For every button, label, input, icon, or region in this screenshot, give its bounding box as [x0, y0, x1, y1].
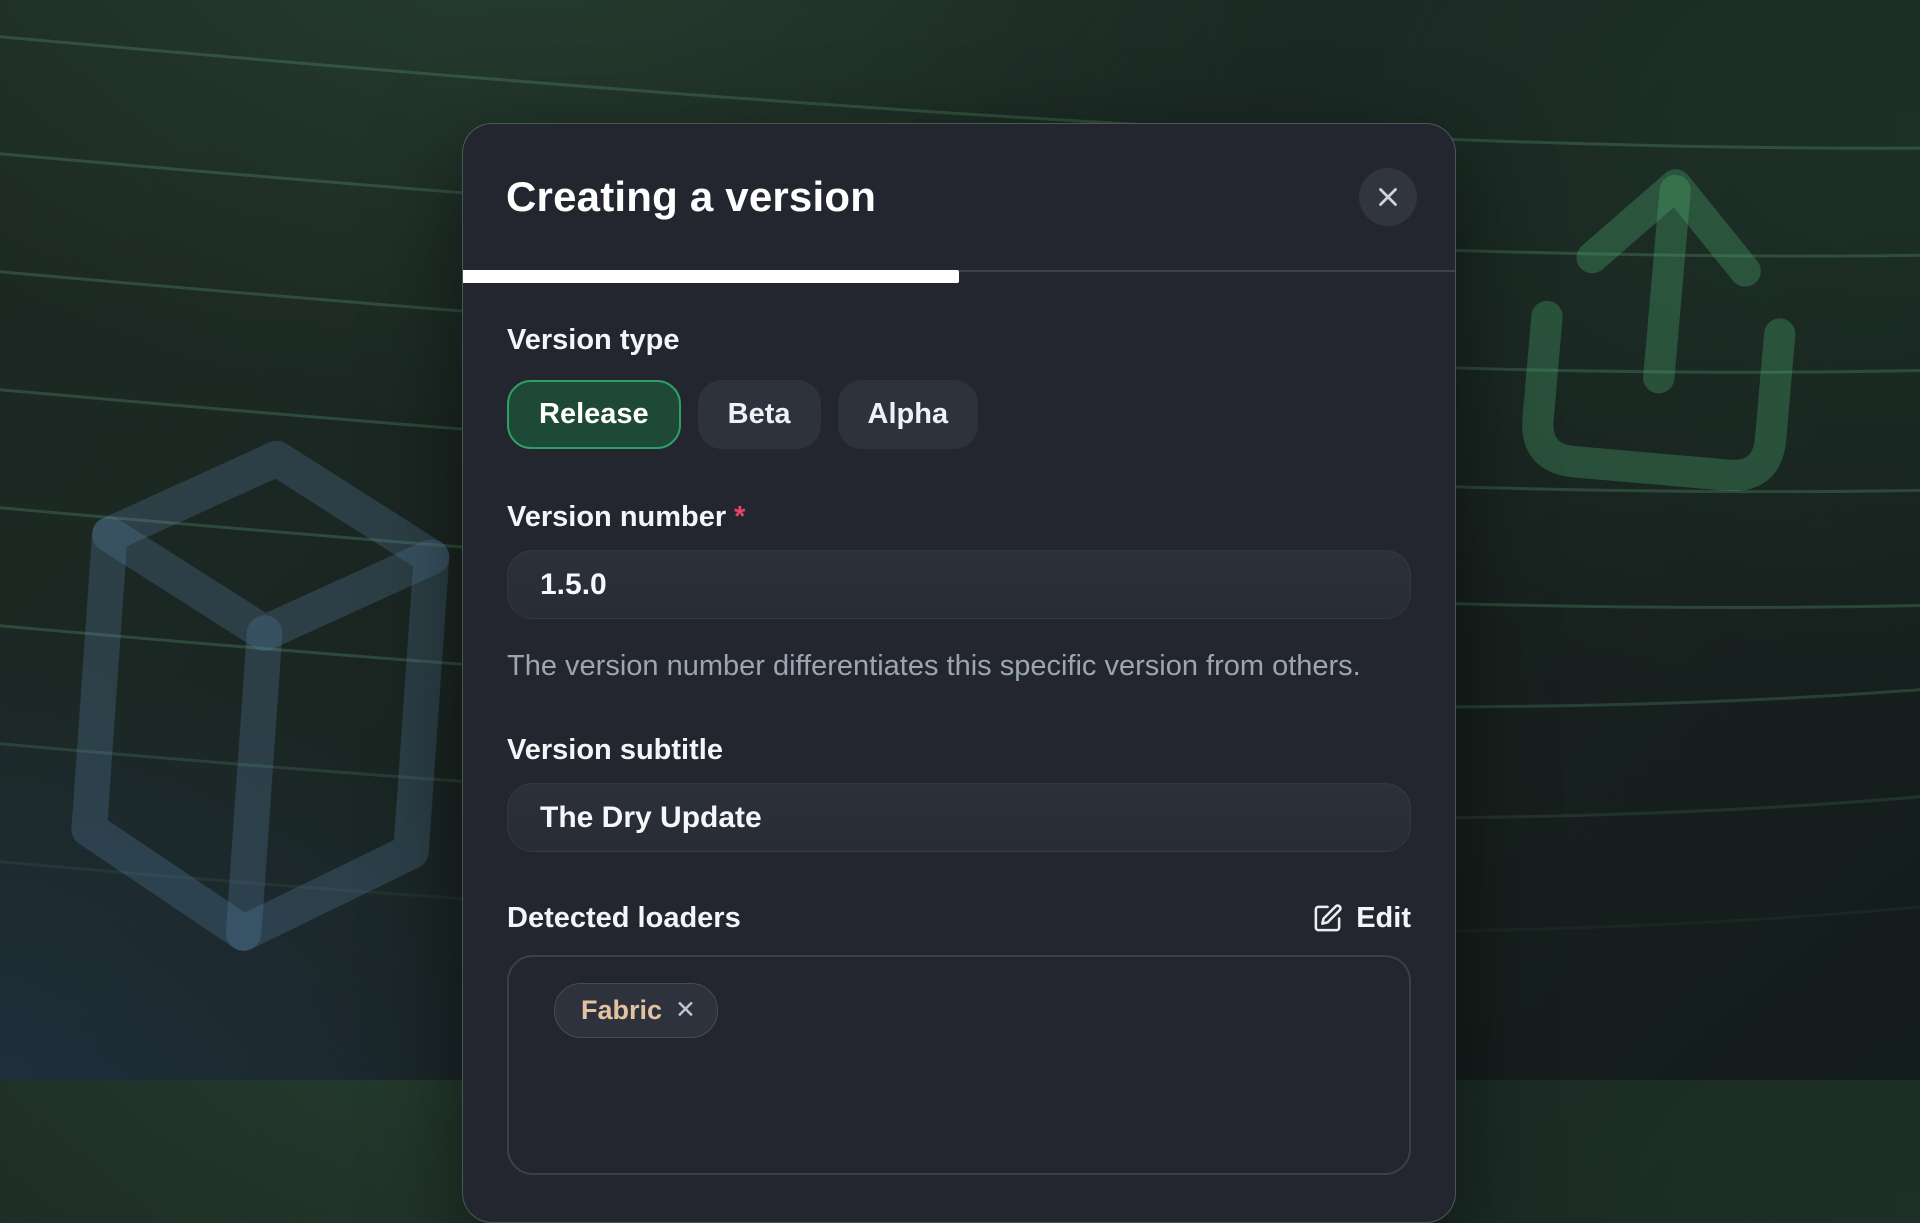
loader-chip-label: Fabric [581, 995, 662, 1026]
detected-loaders-box: Fabric ✕ [507, 955, 1411, 1175]
progress-fill [463, 270, 959, 283]
detected-loaders-row: Detected loaders Edit [507, 901, 1411, 935]
edit-loaders-button[interactable]: Edit [1312, 902, 1411, 935]
version-number-label: Version number* [507, 500, 1411, 534]
modal-body: Version type Release Beta Alpha Version … [463, 283, 1455, 1175]
cube-wireframe-decoration [36, 411, 483, 985]
progress-bar [463, 270, 1455, 283]
upload-arrow-decoration [1460, 101, 1866, 559]
close-button[interactable] [1359, 168, 1417, 226]
close-icon [1373, 182, 1403, 212]
version-number-label-text: Version number [507, 501, 726, 533]
version-type-beta-button[interactable]: Beta [698, 380, 821, 449]
version-number-help: The version number differentiates this s… [507, 644, 1407, 689]
version-type-label: Version type [507, 323, 1411, 357]
loader-chip-fabric[interactable]: Fabric ✕ [554, 983, 718, 1038]
create-version-modal: Creating a version Version type Release … [462, 123, 1456, 1223]
edit-label: Edit [1356, 902, 1411, 935]
version-type-options: Release Beta Alpha [507, 380, 1411, 449]
version-number-input[interactable] [507, 550, 1411, 619]
modal-header: Creating a version [463, 124, 1455, 270]
version-subtitle-input[interactable] [507, 783, 1411, 852]
version-subtitle-label: Version subtitle [507, 733, 1411, 767]
modal-title: Creating a version [506, 173, 1359, 221]
version-type-alpha-button[interactable]: Alpha [838, 380, 979, 449]
required-asterisk: * [734, 501, 745, 533]
edit-pencil-square-icon [1312, 903, 1343, 934]
detected-loaders-label: Detected loaders [507, 901, 741, 935]
x-remove-icon[interactable]: ✕ [675, 998, 696, 1023]
version-type-release-button[interactable]: Release [507, 380, 681, 449]
